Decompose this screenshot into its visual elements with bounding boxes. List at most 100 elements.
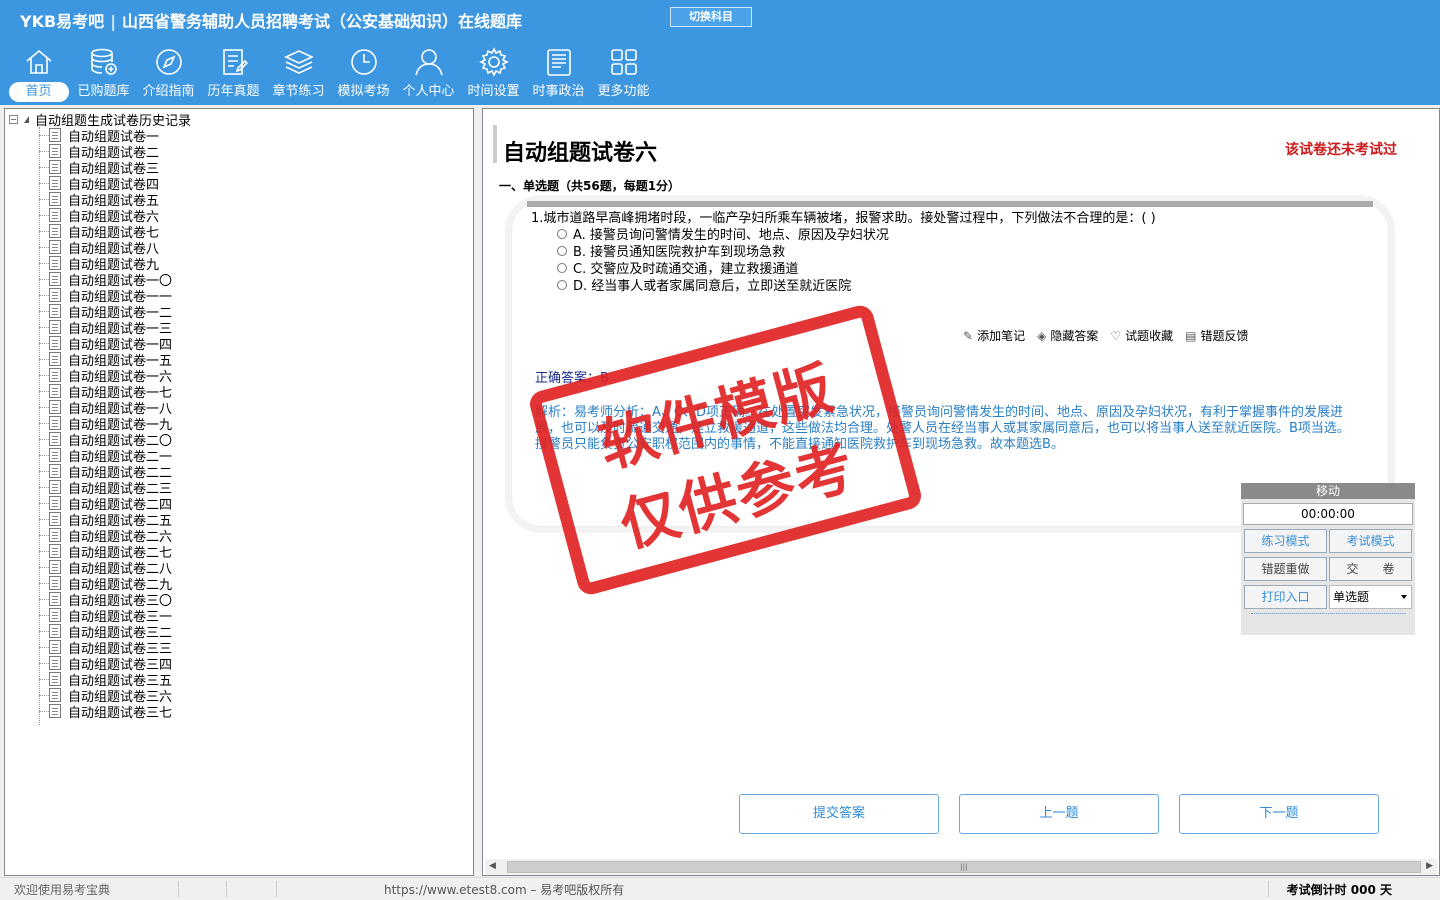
status-welcome: 欢迎使用易考宝典 [14,883,111,897]
document-icon [49,464,61,478]
tree-connector [39,406,49,408]
timer-move-handle[interactable]: 移动 [1241,483,1415,499]
heart-icon: ♡ [1110,328,1122,343]
tree-connector [39,678,49,680]
tree-connector [39,710,49,712]
grid-icon [610,49,637,75]
nav-label: 时事政治 [532,84,585,99]
prev-question-button[interactable]: 上一题 [959,794,1159,834]
option-d[interactable]: D. 经当事人或者家属同意后，立即送至就近医院 [557,276,851,294]
redo-wrong-button[interactable]: 错题重做 [1244,557,1327,581]
answer-analysis: 解析：易考师分析：A、C、D项正确。在处置突发紧急状况，接警员询问警情发生的时间… [535,405,1350,452]
nav-mock-exam[interactable]: 模拟考场 [331,46,396,104]
main-toolbar: 首页 已购题库 介绍指南 历年真题 章节练习 模拟考场 个人中心 时间设置 时事… [6,46,656,104]
document-icon [49,416,61,430]
tree-connector [39,278,49,280]
document-icon [49,672,61,686]
switch-subject-button[interactable]: 切换科目 [670,7,752,27]
tree-connector [39,262,49,264]
tree-item[interactable]: 自动组题试卷三七 [39,703,173,721]
hide-answer-button[interactable]: ◈ 隐藏答案 [1037,327,1098,344]
paper-title-bar: 自动组题试卷六 [493,125,1393,166]
nav-current-affairs[interactable]: 时事政治 [526,46,591,104]
brand-logo: YKB易考吧 [20,12,105,31]
radio-icon[interactable] [557,245,567,256]
document-icon [49,496,61,510]
question-type-value: 单选题 [1333,590,1370,604]
tree-connector [39,358,49,360]
tree-connector [39,214,49,216]
newspaper-icon [546,49,571,76]
nav-home[interactable]: 首页 [6,46,71,104]
option-b[interactable]: B. 接警员通知医院救护车到现场急救 [557,242,785,260]
practice-mode-button[interactable]: 练习模式 [1244,529,1327,553]
nav-time-settings[interactable]: 时间设置 [461,46,526,104]
nav-more-functions[interactable]: 更多功能 [591,46,656,104]
tree-connector [39,422,49,424]
error-feedback-button[interactable]: ▤ 错题反馈 [1185,327,1248,344]
status-copyright: https://www.etest8.com – 易考吧版权所有 [384,883,625,897]
status-divider [178,881,179,897]
print-button[interactable]: 打印入口 [1244,585,1327,609]
favorite-button[interactable]: ♡ 试题收藏 [1110,327,1173,344]
tree-connector [39,198,49,200]
tree-connector [39,326,49,328]
document-icon [49,144,61,158]
add-note-button[interactable]: ✎ 添加笔记 [963,327,1025,344]
nav-guide[interactable]: 介绍指南 [136,46,201,104]
document-icon [49,432,61,446]
submit-paper-button[interactable]: 交 卷 [1329,557,1412,581]
tree-connector [39,166,49,168]
document-icon [49,176,61,190]
document-icon [49,256,61,270]
document-icon [49,608,61,622]
document-icon [49,400,61,414]
nav-personal-center[interactable]: 个人中心 [396,46,461,104]
scroll-right-icon[interactable]: ▶ [1426,861,1433,871]
hide-answer-label: 隐藏答案 [1050,329,1099,343]
option-a[interactable]: A. 接警员询问警情发生的时间、地点、原因及孕妇状况 [557,225,889,243]
radio-icon[interactable] [557,228,567,239]
horizontal-scrollbar[interactable]: ◀ ||| ▶ [485,859,1437,875]
collapse-icon[interactable]: − [9,114,18,124]
app-title-text: 山西省警务辅助人员招聘考试（公安基础知识）在线题库 [122,12,523,31]
scrollbar-thumb[interactable]: ||| [507,861,1421,873]
option-c[interactable]: C. 交警应及时疏通交通，建立救援通道 [557,259,798,277]
document-icon [49,592,61,606]
clock-icon [350,49,377,75]
next-question-button[interactable]: 下一题 [1179,794,1379,834]
document-icon [49,656,61,670]
submit-answer-button[interactable]: 提交答案 [739,794,939,834]
scroll-left-icon[interactable]: ◀ [489,861,496,871]
section-heading: 一、单选题（共56题，每题1分） [499,179,681,193]
nav-past-papers[interactable]: 历年真题 [201,46,266,104]
exam-mode-button[interactable]: 考试模式 [1329,529,1412,553]
document-icon [49,448,61,462]
nav-label: 模拟考场 [337,84,390,99]
question-actions: ✎ 添加笔记 ◈ 隐藏答案 ♡ 试题收藏 ▤ 错题反馈 [963,327,1260,344]
tree-connector [39,694,49,696]
document-icon [49,352,61,366]
radio-icon[interactable] [557,262,567,273]
tree-connector [39,390,49,392]
document-icon [49,624,61,638]
tree-connector [39,150,49,152]
tree-item-label: 自动组题试卷三七 [68,705,173,721]
error-feedback-label: 错题反馈 [1200,329,1249,343]
tree-connector [39,614,49,616]
document-icon [49,688,61,702]
question-type-select[interactable]: 单选题 [1329,585,1412,609]
nav-chapter-practice[interactable]: 章节练习 [266,46,331,104]
document-edit-icon [222,49,248,75]
document-icon [49,528,61,542]
home-icon [25,49,52,74]
tree-connector [39,534,49,536]
pencil-icon: ✎ [963,328,974,343]
nav-label: 更多功能 [597,84,650,99]
nav-purchased[interactable]: 已购题库 [71,46,136,104]
radio-icon[interactable] [557,279,567,290]
layers-icon [283,50,314,74]
nav-label: 历年真题 [207,84,260,99]
timer-display: 00:00:00 [1243,503,1413,525]
status-divider [1268,881,1269,897]
